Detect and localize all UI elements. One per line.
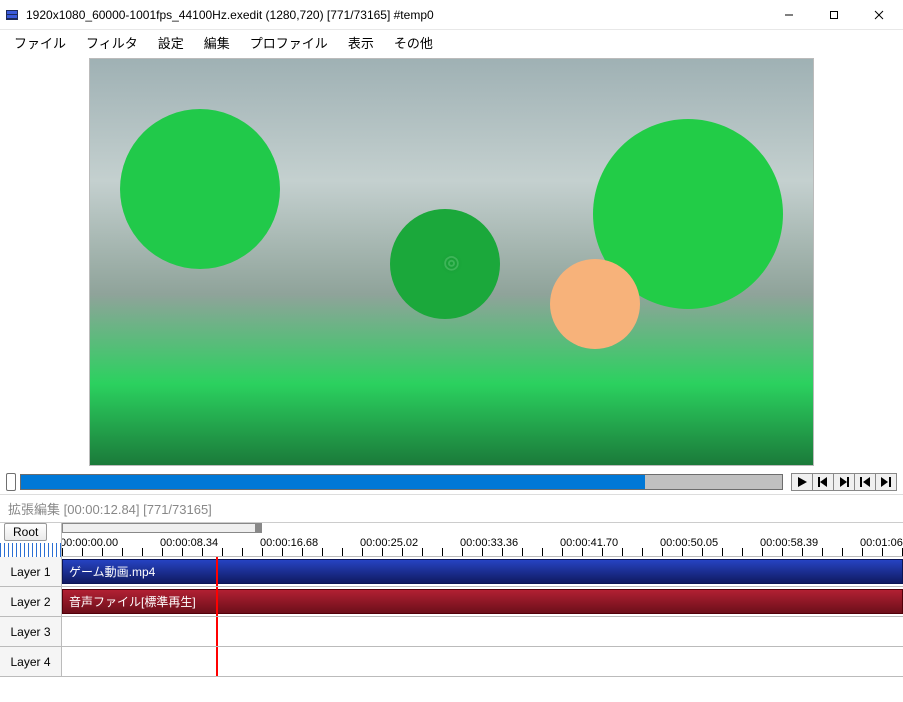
audio-clip[interactable]: 音声ファイル[標準再生] <box>62 589 903 614</box>
preview-placeholder: ◎ <box>90 59 813 465</box>
timeline-ruler-row: Root 00:00:00.0000:00:08.3400:00:16.6800… <box>0 523 903 557</box>
close-button[interactable] <box>856 1 901 29</box>
scrub-fill <box>21 475 645 489</box>
extended-edit-status: 拡張編集 [00:00:12.84] [771/73165] <box>0 494 903 522</box>
timeline-layer-row: Layer 4 <box>0 647 903 677</box>
menu-other[interactable]: その他 <box>384 31 443 54</box>
scrub-start-handle[interactable] <box>6 473 16 491</box>
timeline-layer-row: Layer 1ゲーム動画.mp4 <box>0 557 903 587</box>
go-end-button[interactable] <box>875 473 897 491</box>
scrub-track[interactable] <box>20 474 783 490</box>
play-button[interactable] <box>791 473 813 491</box>
menu-filter[interactable]: フィルタ <box>76 31 148 54</box>
timeline-ruler[interactable]: 00:00:00.0000:00:08.3400:00:16.6800:00:2… <box>62 523 903 557</box>
playhead[interactable] <box>216 617 218 646</box>
step-forward-button[interactable] <box>833 473 855 491</box>
step-back-button[interactable] <box>812 473 834 491</box>
scrubber-row <box>0 470 903 494</box>
timeline-root-cell: Root <box>0 523 62 557</box>
layer-track[interactable] <box>62 647 903 677</box>
maximize-button[interactable] <box>811 1 856 29</box>
menu-settings[interactable]: 設定 <box>148 31 194 54</box>
menubar: ファイル フィルタ 設定 編集 プロファイル 表示 その他 <box>0 30 903 54</box>
menu-view[interactable]: 表示 <box>338 31 384 54</box>
window-title: 1920x1080_60000-1001fps_44100Hz.exedit (… <box>26 8 766 22</box>
layer-track[interactable] <box>62 617 903 647</box>
timeline-layer-row: Layer 3 <box>0 617 903 647</box>
playhead[interactable] <box>216 587 218 616</box>
ruler-ticks <box>62 548 903 556</box>
layer-label[interactable]: Layer 4 <box>0 647 62 677</box>
menu-file[interactable]: ファイル <box>4 31 76 54</box>
timeline-layer-row: Layer 2音声ファイル[標準再生] <box>0 587 903 617</box>
layer-label[interactable]: Layer 2 <box>0 587 62 617</box>
video-preview[interactable]: ◎ <box>89 58 814 466</box>
preview-area: ◎ <box>0 54 903 470</box>
layer-label[interactable]: Layer 1 <box>0 557 62 587</box>
timeline-ruler-area: 00:00:00.0000:00:08.3400:00:16.6800:00:2… <box>62 523 903 557</box>
menu-profile[interactable]: プロファイル <box>240 31 338 54</box>
playhead[interactable] <box>216 557 218 586</box>
zoom-range-bar[interactable] <box>62 523 262 533</box>
root-button[interactable]: Root <box>4 523 47 541</box>
minimize-button[interactable] <box>766 1 811 29</box>
layer-label[interactable]: Layer 3 <box>0 617 62 647</box>
go-start-button[interactable] <box>854 473 876 491</box>
app-icon <box>4 7 20 23</box>
layer-track[interactable]: ゲーム動画.mp4 <box>62 557 903 587</box>
menu-edit[interactable]: 編集 <box>194 31 240 54</box>
transport-controls <box>787 473 897 491</box>
layer-track[interactable]: 音声ファイル[標準再生] <box>62 587 903 617</box>
timeline: Root 00:00:00.0000:00:08.3400:00:16.6800… <box>0 522 903 677</box>
video-clip[interactable]: ゲーム動画.mp4 <box>62 559 903 584</box>
playhead[interactable] <box>216 647 218 676</box>
window-controls <box>766 1 901 29</box>
titlebar: 1920x1080_60000-1001fps_44100Hz.exedit (… <box>0 0 903 30</box>
layer-visibility-strip[interactable] <box>0 543 61 557</box>
